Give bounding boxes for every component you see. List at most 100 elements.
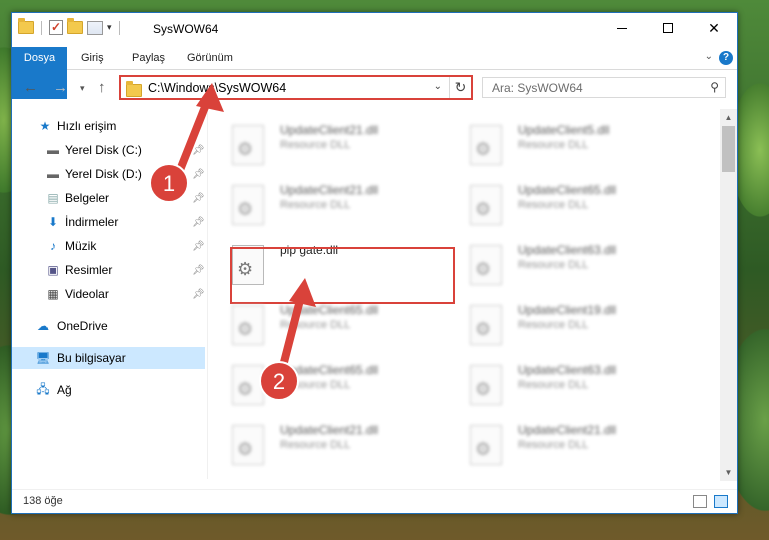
forward-arrow-icon[interactable]: → — [53, 79, 68, 96]
address-path[interactable]: C:\Windows\SysWOW64 — [148, 81, 286, 95]
file-name: UpdateClient21.dll — [518, 423, 617, 437]
file-item[interactable]: UpdateClient65.dll Resource DLL — [446, 177, 671, 229]
tab-view[interactable]: Görünüm — [187, 47, 233, 70]
sidebar-item-local-disk-c[interactable]: ▬ Yerel Disk (C:) 📌︎ — [12, 139, 205, 161]
toolbar-separator — [118, 20, 120, 35]
details-view-icon[interactable] — [693, 495, 707, 508]
dll-file-icon — [232, 305, 264, 345]
dll-file-icon — [470, 185, 502, 225]
sidebar-item-label: OneDrive — [57, 319, 108, 333]
music-icon: ♪ — [50, 239, 56, 253]
sidebar-item-downloads[interactable]: ⬇ İndirmeler 📌︎ — [12, 211, 205, 233]
file-item[interactable]: UpdateClient21.dll Resource DLL — [208, 177, 433, 229]
help-icon[interactable]: ? — [719, 51, 733, 65]
sidebar-item-label: Ağ — [57, 383, 72, 397]
file-name: UpdateClient65.dll — [280, 363, 379, 377]
close-button[interactable]: ✕ — [691, 13, 737, 43]
properties-icon[interactable] — [87, 20, 103, 35]
up-arrow-icon[interactable]: ↑ — [98, 79, 106, 96]
search-icon[interactable]: ⚲ — [710, 80, 719, 94]
sidebar-item-music[interactable]: ♪ Müzik 📌︎ — [12, 235, 205, 257]
tab-share[interactable]: Paylaş — [132, 47, 165, 70]
dll-file-icon — [470, 125, 502, 165]
sidebar-item-quick-access[interactable]: ★ Hızlı erişim — [12, 115, 205, 137]
sidebar-item-onedrive[interactable]: ☁ OneDrive — [12, 315, 205, 337]
file-item[interactable]: UpdateClient21.dll Resource DLL — [446, 417, 671, 469]
search-placeholder: Ara: SysWOW64 — [492, 81, 583, 95]
vertical-scrollbar[interactable]: ▲ ▼ — [720, 109, 737, 481]
tab-home[interactable]: Giriş — [81, 47, 104, 70]
sidebar-item-videos[interactable]: ▦ Videolar 📌︎ — [12, 283, 205, 305]
back-arrow-icon[interactable]: ← — [23, 79, 38, 96]
documents-icon: ▤ — [47, 191, 59, 205]
maximize-button[interactable] — [645, 13, 691, 43]
address-bar[interactable]: C:\Windows\SysWOW64 ⌄ ↻ — [119, 75, 473, 100]
dll-file-icon — [470, 245, 502, 285]
file-item[interactable]: UpdateClient19.dll Resource DLL — [446, 297, 671, 349]
minimize-button[interactable] — [599, 13, 645, 43]
file-name: UpdateClient63.dll — [518, 363, 617, 377]
refresh-icon[interactable]: ↻ — [449, 77, 471, 98]
close-icon: ✕ — [708, 19, 720, 36]
window-controls: ✕ — [599, 13, 737, 43]
sidebar-item-pictures[interactable]: ▣ Resimler 📌︎ — [12, 259, 205, 281]
file-type: Resource DLL — [280, 319, 351, 331]
file-type: Resource DLL — [280, 439, 351, 451]
file-list: UpdateClient21.dll Resource DLL UpdateCl… — [208, 109, 721, 489]
recent-locations-icon[interactable]: ▾ — [80, 83, 85, 94]
pin-icon: 📌︎ — [192, 216, 205, 228]
file-item[interactable]: UpdateClient63.dll Resource DLL — [446, 237, 671, 289]
sidebar-item-label: Müzik — [65, 239, 97, 253]
folder-icon — [18, 18, 34, 34]
customize-toolbar-arrow-icon[interactable]: ▾ — [107, 22, 112, 33]
sidebar-item-local-disk-d[interactable]: ▬ Yerel Disk (D:) 📌︎ — [12, 163, 205, 185]
large-icons-view-icon[interactable] — [714, 495, 728, 508]
dll-file-icon — [232, 365, 264, 405]
file-type: Resource DLL — [280, 199, 351, 211]
address-dropdown-icon[interactable]: ⌄ — [434, 81, 442, 92]
file-item[interactable]: UpdateClient63.dll Resource DLL — [446, 357, 671, 409]
properties-check-icon[interactable]: ✓ — [49, 20, 63, 35]
highlight-box — [230, 247, 455, 304]
video-icon: ▦ — [47, 287, 59, 301]
file-name: UpdateClient19.dll — [518, 303, 617, 317]
sidebar-item-label: İndirmeler — [65, 215, 119, 229]
file-item[interactable]: UpdateClient5.dll Resource DLL — [446, 117, 671, 169]
file-type: Resource DLL — [280, 379, 351, 391]
pin-icon: 📌︎ — [192, 264, 205, 276]
scroll-up-icon[interactable]: ▲ — [720, 109, 737, 126]
dll-file-icon — [232, 125, 264, 165]
file-item[interactable]: UpdateClient21.dll Resource DLL — [208, 417, 433, 469]
maximize-icon — [663, 23, 673, 33]
scroll-thumb[interactable] — [722, 126, 735, 172]
pin-icon: 📌︎ — [192, 288, 205, 300]
folder-icon — [126, 81, 142, 97]
expand-ribbon-icon[interactable]: ⌄ — [705, 51, 713, 62]
status-bar: 138 öğe — [12, 489, 737, 513]
sidebar-item-documents[interactable]: ▤ Belgeler 📌︎ — [12, 187, 205, 209]
file-type: Resource DLL — [518, 199, 589, 211]
file-type: Resource DLL — [518, 259, 589, 271]
file-name: UpdateClient65.dll — [280, 303, 379, 317]
file-name: UpdateClient5.dll — [518, 123, 610, 137]
drive-icon: ▬ — [47, 143, 59, 157]
dll-file-icon — [470, 305, 502, 345]
file-item[interactable]: UpdateClient65.dll Resource DLL — [208, 357, 433, 409]
file-name: UpdateClient63.dll — [518, 243, 617, 257]
item-count: 138 öğe — [23, 495, 63, 507]
scroll-down-icon[interactable]: ▼ — [720, 464, 737, 481]
title-bar: ✓ ▾ SysWOW64 ✕ — [12, 13, 737, 44]
sidebar-item-this-pc[interactable]: 🖥︎ Bu bilgisayar — [12, 347, 205, 369]
new-folder-icon[interactable] — [67, 18, 83, 34]
toolbar-separator — [41, 20, 42, 35]
quick-access-toolbar: ✓ ▾ — [18, 18, 123, 35]
sidebar-item-label: Belgeler — [65, 191, 110, 205]
search-input[interactable]: Ara: SysWOW64 ⚲ — [482, 77, 726, 98]
file-type: Resource DLL — [280, 139, 351, 151]
pin-icon: 📌︎ — [192, 240, 205, 252]
navigation-bar: ← → ▾ ↑ C:\Windows\SysWOW64 ⌄ ↻ Ara: Sys… — [12, 75, 737, 102]
dll-file-icon — [470, 365, 502, 405]
file-item[interactable]: UpdateClient21.dll Resource DLL — [208, 117, 433, 169]
sidebar-item-network[interactable]: 🖧︎ Ağ — [12, 379, 205, 401]
file-item[interactable]: UpdateClient65.dll Resource DLL — [208, 297, 433, 349]
